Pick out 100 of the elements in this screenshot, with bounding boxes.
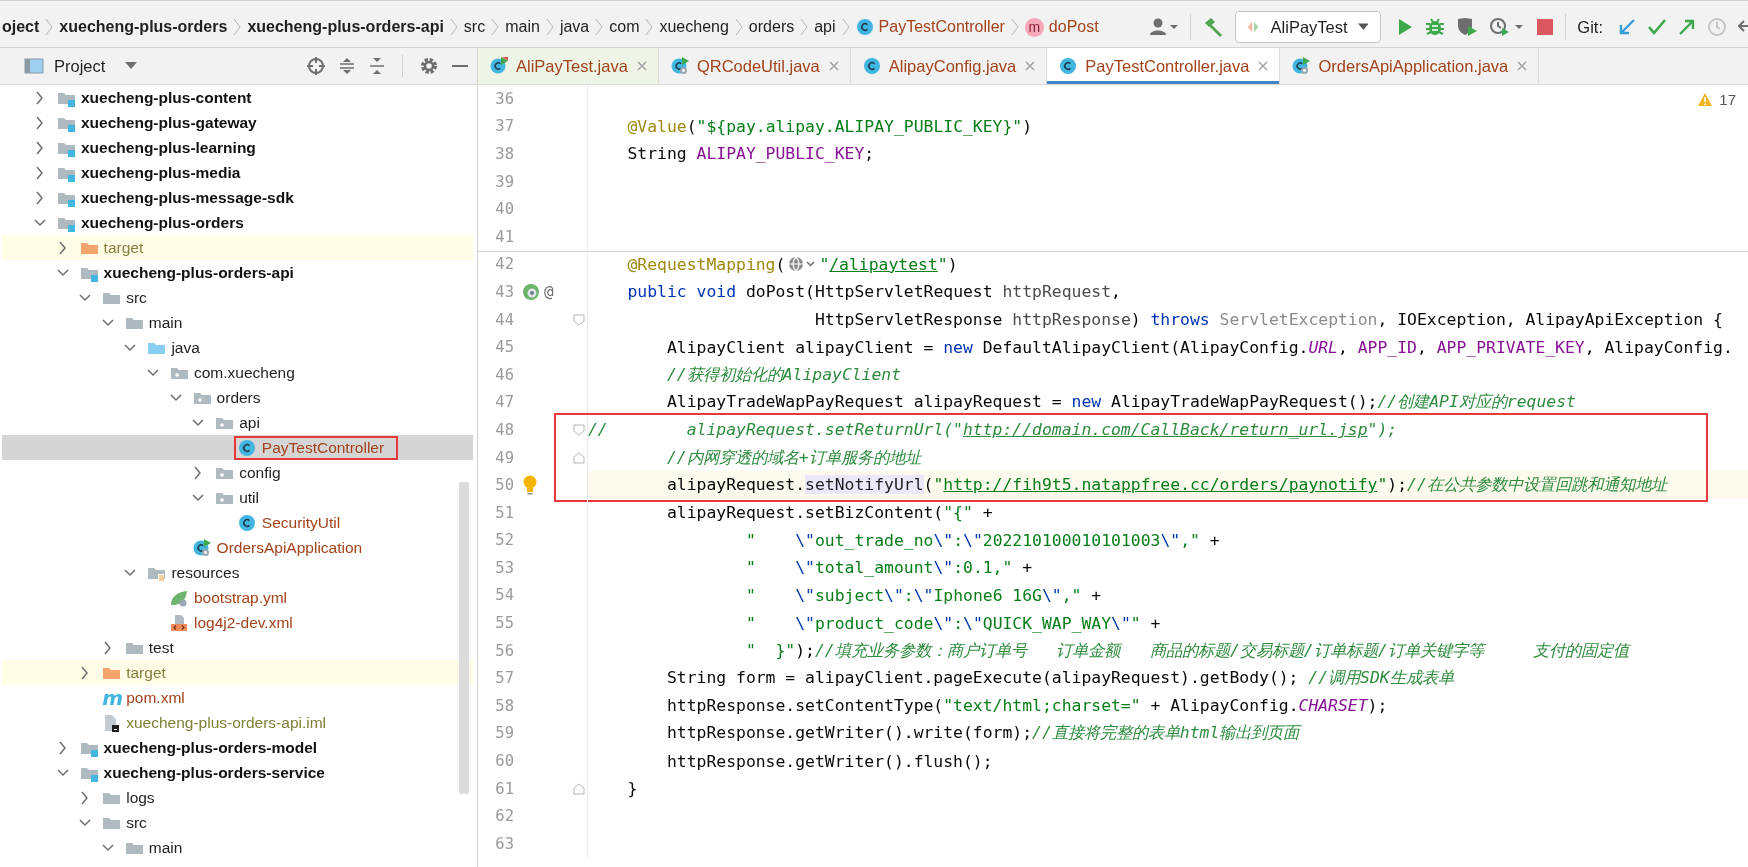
tree-item[interactable]: config (2, 460, 473, 485)
git-label: Git: (1577, 17, 1603, 37)
globe-dropdown-icon[interactable] (787, 255, 818, 274)
line-number: 62 (494, 807, 514, 826)
breadcrumb-item[interactable]: com (609, 18, 640, 36)
fold-marker-icon[interactable] (572, 313, 585, 326)
code-line: " \"out_trade_no\":\"202210100010101003\"," + (745, 530, 1220, 550)
breadcrumb-item[interactable]: xuecheng-plus-orders-api (247, 18, 444, 36)
tree-item[interactable]: src (2, 810, 473, 835)
chevron-right-icon[interactable] (34, 115, 46, 130)
breadcrumb-item[interactable]: oject (2, 18, 40, 36)
push-arrow-icon[interactable] (1678, 18, 1696, 36)
tree-item[interactable]: xuecheng-plus-orders-model (2, 735, 473, 760)
fold-end-marker-icon[interactable] (572, 782, 585, 795)
editor-tab[interactable]: PayTestController.java (1047, 48, 1281, 84)
crosshair-icon[interactable] (306, 56, 326, 76)
breadcrumb-item[interactable]: xuecheng-plus-orders (59, 18, 228, 36)
tree-item[interactable]: test (2, 635, 473, 660)
endpoint-marker[interactable]: @ (544, 282, 554, 302)
line-number: 38 (494, 145, 514, 163)
close-icon[interactable] (1516, 60, 1529, 72)
tree-item[interactable]: xuecheng-plus-content (2, 85, 473, 110)
editor-tab[interactable]: QRCodeUtil.java (658, 48, 851, 84)
tree-item[interactable]: java (2, 335, 473, 360)
class-icon (1059, 57, 1078, 75)
breadcrumb-item[interactable]: orders (748, 18, 795, 36)
chevron-right-icon[interactable] (56, 740, 69, 755)
tree-item[interactable]: main (2, 835, 473, 860)
tree-item[interactable]: src (2, 285, 473, 310)
code-line: AlipayTradeWapPayRequest alipayRequest = new AlipayTradeWapPayRequest();//创建API对应的request (666, 391, 1576, 414)
breadcrumb-item[interactable]: main (505, 18, 540, 36)
editor-tab[interactable]: OrdersApiApplication.java (1280, 48, 1540, 84)
breadcrumb-item[interactable]: m doPost (1024, 17, 1099, 37)
tree-item[interactable]: xuecheng-plus-message-sdk (2, 185, 473, 210)
tree-item[interactable]: SecurityUtil (2, 510, 473, 535)
tree-item[interactable]: xuecheng-plus-media (2, 160, 473, 185)
fold-marker-icon[interactable] (572, 423, 585, 436)
chevron-right-icon[interactable] (34, 90, 46, 105)
chevron-right-icon[interactable] (34, 165, 46, 180)
bug-icon[interactable] (1425, 17, 1446, 37)
tree-item[interactable]: xuecheng-plus-orders-api.iml (2, 710, 473, 735)
profiler-icon[interactable] (1489, 17, 1526, 37)
tree-item[interactable]: resources (2, 560, 473, 585)
close-icon[interactable] (1257, 60, 1270, 72)
close-icon[interactable] (827, 60, 840, 72)
tree-item[interactable]: xuecheng-plus-orders-api (2, 260, 473, 285)
chevron-icon (595, 17, 604, 37)
tree-item[interactable]: xuecheng-plus-gateway (2, 110, 473, 135)
collapse-all-icon[interactable] (368, 56, 386, 76)
bean-icon[interactable] (522, 282, 540, 301)
line-number: 60 (494, 752, 514, 771)
tree-item[interactable]: PayTestController (2, 435, 473, 460)
chevron-right-icon[interactable] (34, 190, 46, 205)
chevron-right-icon[interactable] (34, 140, 46, 155)
tree-item[interactable]: com.xuecheng (2, 360, 473, 385)
tree-item[interactable]: xuecheng-plus-orders (2, 210, 473, 235)
warning-count[interactable]: 17 (1697, 91, 1736, 108)
breadcrumb-item[interactable]: xuecheng (659, 18, 729, 36)
tree-item[interactable]: api (2, 410, 473, 435)
tree-item[interactable]: main (2, 310, 473, 335)
stop-icon[interactable] (1536, 18, 1555, 36)
breadcrumb-item[interactable]: api (814, 18, 836, 36)
tree-item[interactable]: target (2, 235, 473, 260)
chevron-right-icon[interactable] (56, 240, 69, 255)
checkmark-icon[interactable] (1647, 18, 1667, 36)
editor-tab[interactable]: AliPayTest.java (478, 48, 659, 84)
tree-item[interactable]: OrdersApiApplication (2, 535, 473, 560)
project-view-dropdown[interactable]: Project (24, 56, 138, 76)
tree-item[interactable]: log4j2-dev.xml (2, 610, 473, 635)
tree-item[interactable]: target (2, 660, 473, 685)
tree-item[interactable]: orders (2, 385, 473, 410)
run-class-icon (1292, 57, 1311, 75)
code-line: " }");//填充业务参数：商户订单号 订单金额 商品的标题/交易标题/订单标题/订单关键字等 支付的固定值 (745, 639, 1629, 662)
coverage-icon[interactable] (1456, 17, 1479, 37)
breadcrumb-item[interactable]: PayTestController (855, 18, 1005, 36)
breadcrumb-item[interactable]: java (559, 18, 590, 36)
code-line: " \"product_code\":\"QUICK_WAP_WAY\"" + (745, 613, 1161, 633)
tree-item[interactable]: bootstrap.yml (2, 585, 473, 610)
chevron-right-icon[interactable] (101, 640, 114, 655)
scrollbar[interactable] (459, 482, 469, 794)
xml-file-icon (170, 613, 188, 632)
run-class-icon (670, 57, 689, 75)
tree-item[interactable]: logs (2, 785, 473, 810)
code-line: public void doPost(HttpServletRequest httpRequest, (627, 282, 1121, 302)
run-configuration-dropdown[interactable]: AliPayTest (1235, 11, 1382, 43)
tree-item[interactable]: xuecheng-plus-learning (2, 135, 473, 160)
tree-item[interactable]: xuecheng-plus-orders-service (2, 760, 473, 785)
maven-icon: m (102, 688, 121, 707)
close-icon[interactable] (635, 60, 648, 72)
tree-item[interactable]: util (2, 485, 473, 510)
user-icon[interactable] (1149, 17, 1180, 37)
window-icon (24, 57, 44, 75)
update-arrow-icon[interactable] (1618, 18, 1636, 36)
breadcrumb-item[interactable]: src (463, 18, 486, 36)
line-number: 37 (494, 117, 514, 136)
settings-icon[interactable] (419, 56, 439, 76)
line-number: 48 (494, 420, 514, 439)
close-icon[interactable] (1024, 60, 1037, 72)
fold-end-marker-icon[interactable] (572, 451, 585, 464)
expand-all-icon[interactable] (338, 56, 356, 76)
